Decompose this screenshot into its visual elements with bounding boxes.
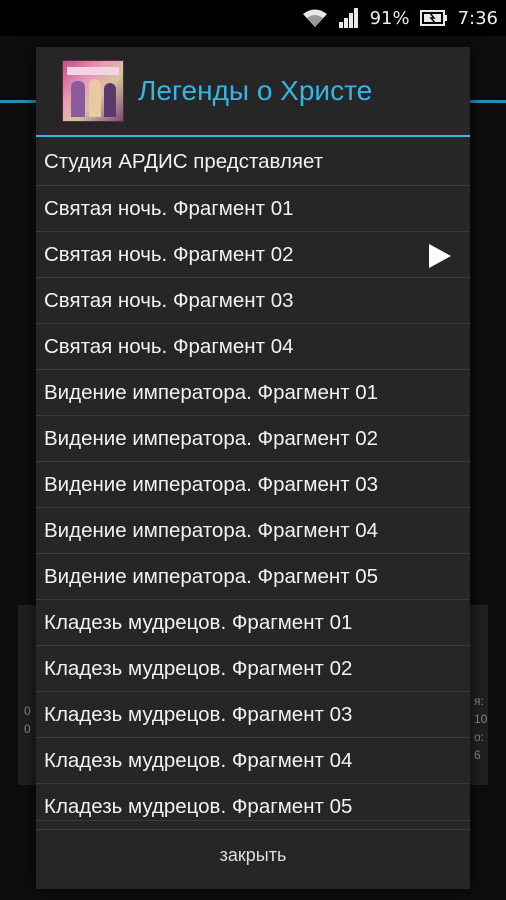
- track-item[interactable]: Видение императора. Фрагмент 04: [36, 508, 470, 554]
- track-label: Студия АРДИС представляет: [44, 149, 324, 173]
- track-label: Видение императора. Фрагмент 02: [44, 426, 379, 450]
- track-label: Видение императора. Фрагмент 04: [44, 518, 379, 542]
- track-label: Кладезь мудрецов. Фрагмент 02: [44, 656, 353, 680]
- track-item[interactable]: Студия АРДИС представляет: [36, 138, 470, 186]
- track-item[interactable]: Святая ночь. Фрагмент 04: [36, 324, 470, 370]
- status-bar: 91% 7:36: [0, 0, 506, 36]
- wifi-icon: [302, 8, 328, 28]
- close-button[interactable]: закрыть: [36, 820, 470, 889]
- album-art-image: [62, 60, 124, 122]
- track-label: Кладезь мудрецов. Фрагмент 03: [44, 702, 353, 726]
- track-label: Святая ночь. Фрагмент 02: [44, 242, 294, 266]
- background-text: 10: [474, 712, 488, 726]
- track-label: Кладезь мудрецов. Фрагмент 04: [44, 748, 353, 772]
- track-label: Святая ночь. Фрагмент 01: [44, 196, 294, 220]
- track-item[interactable]: Кладезь мудрецов. Фрагмент 02: [36, 646, 470, 692]
- track-item[interactable]: Видение императора. Фрагмент 03: [36, 462, 470, 508]
- track-label: Кладезь мудрецов. Фрагмент 01: [44, 610, 353, 634]
- signal-icon: [338, 8, 360, 28]
- track-item[interactable]: Видение императора. Фрагмент 05: [36, 554, 470, 600]
- track-item[interactable]: Кладезь мудрецов. Фрагмент 04: [36, 738, 470, 784]
- background-text: я:: [474, 694, 484, 708]
- track-label: Видение императора. Фрагмент 03: [44, 472, 379, 496]
- dialog-header: Легенды о Христе: [36, 47, 470, 137]
- clock: 7:36: [457, 7, 498, 29]
- background-text: 0: [24, 722, 31, 736]
- track-item[interactable]: Кладезь мудрецов. Фрагмент 01: [36, 600, 470, 646]
- track-item[interactable]: Святая ночь. Фрагмент 03: [36, 278, 470, 324]
- track-item[interactable]: Святая ночь. Фрагмент 01: [36, 186, 470, 232]
- battery-percent: 91%: [369, 7, 410, 29]
- dialog-title: Легенды о Христе: [138, 75, 373, 106]
- track-label: Святая ночь. Фрагмент 03: [44, 288, 294, 312]
- playlist-dialog: Легенды о Христе Студия АРДИС представля…: [36, 47, 470, 889]
- background-text: 0: [24, 704, 31, 718]
- track-item[interactable]: Святая ночь. Фрагмент 02: [36, 232, 470, 278]
- background-text: 6: [474, 748, 481, 762]
- track-label: Видение императора. Фрагмент 01: [44, 380, 379, 404]
- track-list: Студия АРДИС представляет Святая ночь. Фр…: [36, 138, 470, 830]
- background-text: о:: [474, 730, 485, 744]
- track-label: Святая ночь. Фрагмент 04: [44, 334, 294, 358]
- track-item[interactable]: Видение императора. Фрагмент 01: [36, 370, 470, 416]
- play-icon: [426, 243, 452, 269]
- track-item[interactable]: Видение императора. Фрагмент 02: [36, 416, 470, 462]
- battery-icon: [419, 10, 448, 26]
- track-label: Видение императора. Фрагмент 05: [44, 564, 379, 588]
- track-item[interactable]: Кладезь мудрецов. Фрагмент 03: [36, 692, 470, 738]
- track-label: Кладезь мудрецов. Фрагмент 05: [44, 794, 353, 818]
